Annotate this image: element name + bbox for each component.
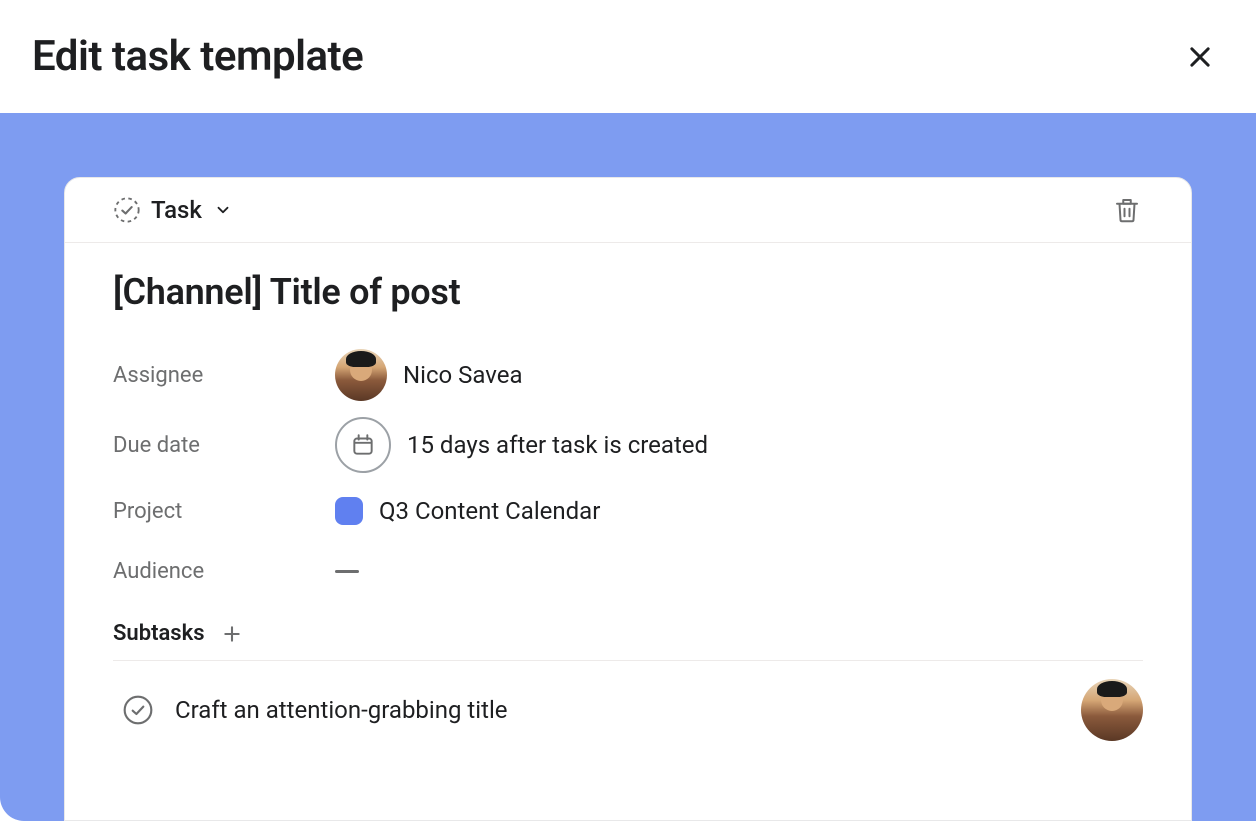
- project-name: Q3 Content Calendar: [379, 497, 600, 525]
- dashed-check-icon: [113, 196, 141, 224]
- assignee-value[interactable]: Nico Savea: [335, 349, 523, 401]
- subtasks-header: Subtasks: [113, 601, 1143, 660]
- banner-area: Task [Channel] Title of post: [0, 113, 1256, 821]
- subtask-assignee[interactable]: [1081, 679, 1143, 741]
- card-toolbar: Task: [65, 178, 1191, 243]
- project-label: Project: [113, 499, 335, 524]
- close-icon: [1186, 43, 1214, 71]
- due-date-text: 15 days after task is created: [407, 431, 708, 459]
- task-type-selector[interactable]: Task: [113, 196, 232, 224]
- due-date-row: Due date 15 days after task is created: [113, 409, 1143, 481]
- due-date-label: Due date: [113, 433, 335, 458]
- project-value[interactable]: Q3 Content Calendar: [335, 497, 600, 525]
- subtask-check-icon[interactable]: [121, 693, 155, 727]
- chevron-down-icon: [214, 201, 232, 219]
- card-body: [Channel] Title of post Assignee Nico Sa…: [65, 243, 1191, 759]
- empty-dash-icon: [335, 570, 359, 573]
- audience-value[interactable]: [335, 570, 359, 573]
- assignee-avatar: [335, 349, 387, 401]
- trash-icon: [1112, 195, 1142, 225]
- project-row: Project Q3 Content Calendar: [113, 481, 1143, 541]
- task-type-label: Task: [151, 196, 202, 224]
- subtasks-label: Subtasks: [113, 621, 205, 646]
- close-button[interactable]: [1184, 41, 1216, 73]
- task-card: Task [Channel] Title of post: [64, 177, 1192, 821]
- project-color-chip: [335, 497, 363, 525]
- assignee-label: Assignee: [113, 363, 335, 388]
- subtask-item[interactable]: Craft an attention-grabbing title: [113, 661, 1143, 759]
- delete-button[interactable]: [1111, 194, 1143, 226]
- add-subtask-button[interactable]: [221, 623, 243, 645]
- due-date-value[interactable]: 15 days after task is created: [335, 417, 708, 473]
- subtask-title: Craft an attention-grabbing title: [175, 696, 1061, 724]
- audience-label: Audience: [113, 559, 335, 584]
- subtask-list: Craft an attention-grabbing title: [113, 660, 1143, 759]
- modal-header: Edit task template: [0, 0, 1256, 113]
- assignee-name: Nico Savea: [403, 361, 523, 389]
- assignee-row: Assignee Nico Savea: [113, 341, 1143, 409]
- subtask-assignee-avatar: [1081, 679, 1143, 741]
- modal-title: Edit task template: [32, 32, 363, 81]
- plus-icon: [222, 624, 242, 644]
- audience-row: Audience: [113, 541, 1143, 601]
- task-title[interactable]: [Channel] Title of post: [113, 271, 1143, 313]
- calendar-icon: [335, 417, 391, 473]
